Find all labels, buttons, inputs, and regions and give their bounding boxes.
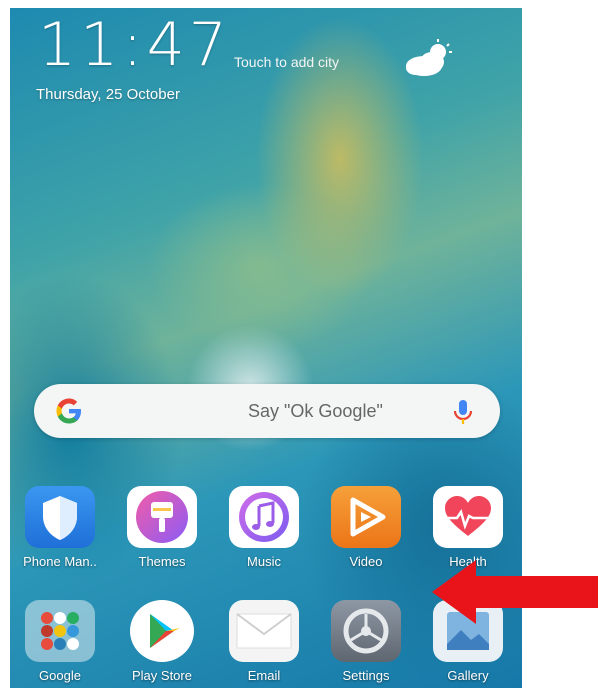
- play-icon: [331, 486, 401, 548]
- red-arrow-pointer: [432, 560, 598, 624]
- app-label: Video: [349, 554, 383, 569]
- app-music[interactable]: Music: [216, 486, 312, 569]
- app-email[interactable]: Email: [216, 600, 312, 683]
- app-google-folder[interactable]: Google: [12, 600, 108, 683]
- date-label: Thursday, 25 October: [36, 86, 180, 103]
- app-settings[interactable]: Settings: [318, 600, 414, 683]
- weather-add-city-link[interactable]: Touch to add city: [234, 54, 339, 70]
- app-play-store[interactable]: Play Store: [114, 600, 210, 683]
- google-g-icon: [56, 398, 81, 424]
- clock[interactable]: 11:47: [38, 10, 231, 80]
- microphone-icon[interactable]: [452, 398, 474, 426]
- music-note-icon: [229, 486, 299, 548]
- folder-icon: [25, 600, 95, 662]
- gear-icon: [331, 600, 401, 662]
- app-label: Play Store: [132, 668, 192, 683]
- play-store-icon: [130, 600, 194, 662]
- app-label: Gallery: [447, 668, 489, 683]
- app-video[interactable]: Video: [318, 486, 414, 569]
- heart-icon: [433, 486, 503, 548]
- app-health[interactable]: Health: [420, 486, 516, 569]
- app-label: Email: [247, 668, 281, 683]
- app-label: Phone Man..: [23, 554, 97, 569]
- brush-icon: [127, 486, 197, 548]
- shield-icon: [25, 486, 95, 548]
- app-label: Google: [39, 668, 81, 683]
- app-themes[interactable]: Themes: [114, 486, 210, 569]
- envelope-icon: [229, 600, 299, 662]
- app-label: Settings: [342, 668, 390, 683]
- app-phone-manager[interactable]: Phone Man..: [12, 486, 108, 569]
- app-label: Music: [247, 554, 281, 569]
- app-label: Themes: [138, 554, 186, 569]
- search-hint: Say "Ok Google": [248, 401, 383, 421]
- partly-cloudy-icon[interactable]: [402, 38, 456, 78]
- google-search-bar[interactable]: Say "Ok Google": [34, 384, 500, 438]
